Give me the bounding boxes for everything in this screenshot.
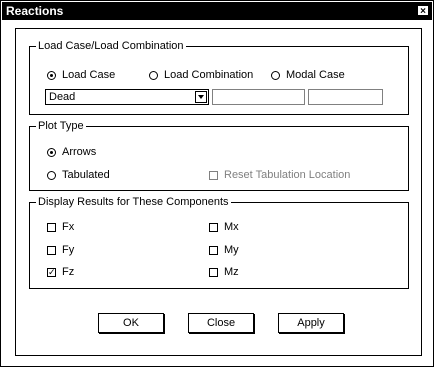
plot-type-group-legend: Plot Type	[38, 120, 84, 132]
checkbox-fz-label: Fz	[62, 266, 75, 278]
close-window-button[interactable]: ×	[417, 5, 429, 17]
reset-tabulation-checkbox[interactable]: Reset Tabulation Location	[209, 169, 350, 181]
load-case-combo[interactable]: Dead	[45, 89, 209, 105]
dialog-body: Load Case/Load Combination Load Case Loa…	[15, 28, 422, 356]
checkbox-fy[interactable]: Fy	[47, 244, 74, 256]
checkbox-mx-box[interactable]	[209, 222, 218, 232]
load-case-combo-value: Dead	[49, 91, 76, 103]
checkbox-mx[interactable]: Mx	[209, 221, 239, 233]
radio-modal-case[interactable]: Modal Case	[271, 69, 345, 81]
load-case-group-legend: Load Case/Load Combination	[38, 40, 184, 52]
checkbox-fz[interactable]: ✓ Fz	[47, 266, 74, 278]
dialog-title: Reactions	[6, 4, 64, 18]
checkbox-my[interactable]: My	[209, 244, 239, 256]
apply-button[interactable]: Apply	[278, 313, 344, 333]
radio-load-case[interactable]: Load Case	[47, 69, 115, 81]
radio-tabulated-button[interactable]	[47, 170, 56, 180]
checkbox-my-box[interactable]	[209, 245, 218, 255]
reactions-dialog: Reactions × Load Case/Load Combination L…	[0, 0, 434, 367]
radio-load-combination-button[interactable]	[149, 70, 158, 80]
checkbox-fy-box[interactable]	[47, 245, 56, 255]
radio-arrows[interactable]: Arrows	[47, 146, 96, 158]
radio-load-combination[interactable]: Load Combination	[149, 69, 253, 81]
radio-load-case-button[interactable]	[47, 70, 56, 80]
checkbox-fx[interactable]: Fx	[47, 221, 74, 233]
load-text-field-2[interactable]	[308, 89, 383, 105]
reset-tabulation-box[interactable]	[209, 170, 218, 180]
radio-load-case-label: Load Case	[62, 69, 116, 81]
radio-tabulated[interactable]: Tabulated	[47, 169, 110, 181]
checkbox-mz-box[interactable]	[209, 267, 218, 277]
checkbox-mz-label: Mz	[224, 266, 239, 278]
checkbox-mz[interactable]: Mz	[209, 266, 239, 278]
checkbox-fx-box[interactable]	[47, 222, 56, 232]
radio-arrows-label: Arrows	[62, 146, 97, 158]
chevron-down-icon[interactable]	[195, 91, 207, 103]
load-text-field-1[interactable]	[212, 89, 305, 105]
radio-arrows-button[interactable]	[47, 147, 56, 157]
checkbox-my-label: My	[224, 244, 239, 256]
checkbox-mx-label: Mx	[224, 221, 239, 233]
checkbox-fx-label: Fx	[62, 221, 75, 233]
ok-button[interactable]: OK	[98, 313, 164, 333]
checkbox-fy-label: Fy	[62, 244, 75, 256]
components-group-legend: Display Results for These Components	[38, 196, 229, 208]
close-button[interactable]: Close	[188, 313, 254, 333]
reset-tabulation-label: Reset Tabulation Location	[224, 169, 351, 181]
radio-load-combination-label: Load Combination	[164, 69, 254, 81]
radio-modal-case-button[interactable]	[271, 70, 280, 80]
title-bar[interactable]: Reactions ×	[2, 2, 432, 20]
checkbox-fz-box[interactable]: ✓	[47, 267, 56, 277]
radio-tabulated-label: Tabulated	[62, 169, 110, 181]
radio-modal-case-label: Modal Case	[286, 69, 345, 81]
